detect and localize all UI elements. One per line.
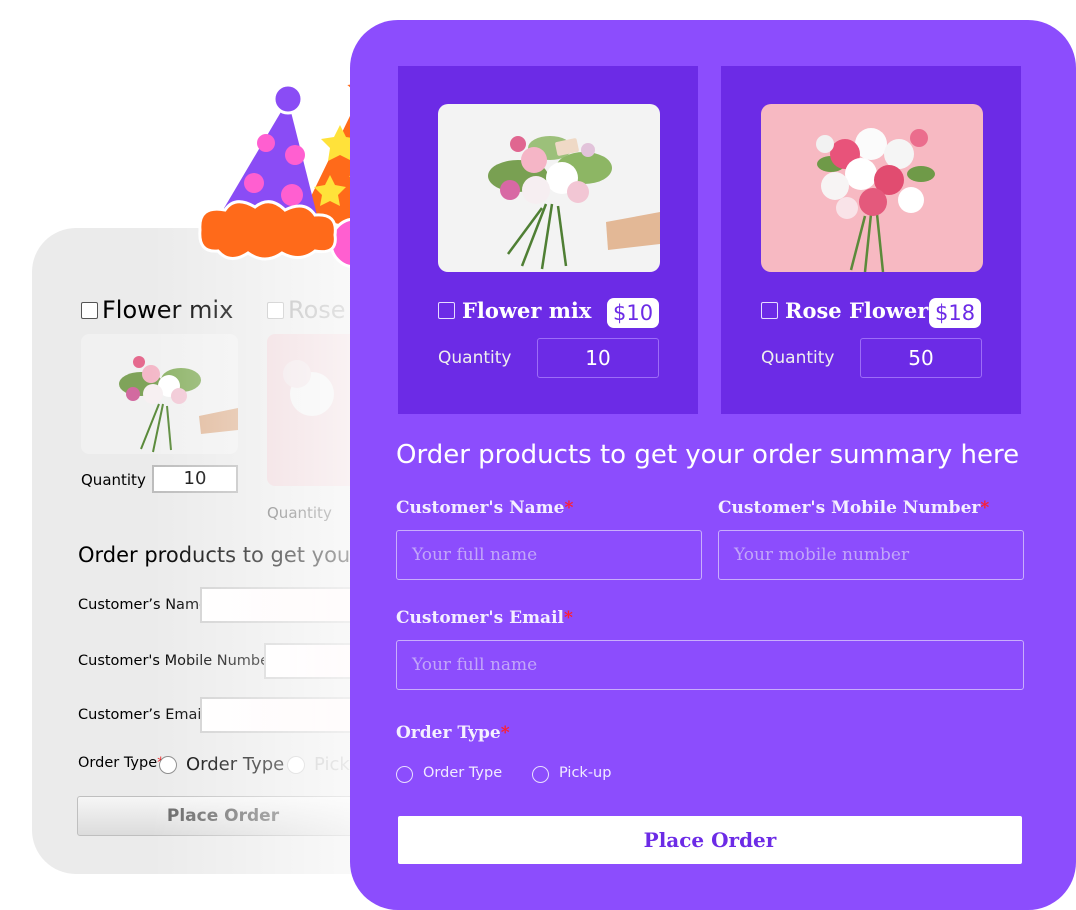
customer-mobile-label: Customer's Mobile Number* <box>718 498 989 518</box>
rose-flower-image <box>761 104 983 272</box>
old-name-label-text: Customer’s Name <box>78 597 208 613</box>
quantity-input-rose-flower[interactable]: 50 <box>860 338 982 378</box>
old-product-checkbox-rose[interactable]: Rose <box>267 296 346 324</box>
price-badge: $18 <box>929 298 982 328</box>
price-badge: $10 <box>607 298 660 328</box>
customer-email-input[interactable]: Your full name <box>396 640 1024 690</box>
required-mark: * <box>563 608 573 628</box>
old-quantity-label: Quantity <box>267 504 332 522</box>
old-order-type-label: Order Type* <box>78 755 164 771</box>
quantity-label: Quantity <box>761 348 835 368</box>
order-type-label: Order Type* <box>396 723 510 743</box>
old-rose-image <box>267 334 357 486</box>
old-quantity-input[interactable]: 10 <box>152 465 238 493</box>
customer-mobile-input[interactable]: Your mobile number <box>718 530 1024 580</box>
new-form-panel: Flower mix $10 Quantity 10 Rose Flower $… <box>350 20 1076 910</box>
old-email-label-text: Customer’s Email <box>78 707 206 723</box>
customer-mobile-label-text: Customer's Mobile Number <box>718 498 981 518</box>
old-order-type-text: Order Type <box>78 755 158 771</box>
radio-icon[interactable] <box>396 766 413 783</box>
radio-pick-up[interactable]: Pick-up <box>559 765 611 781</box>
customer-name-input[interactable]: Your full name <box>396 530 702 580</box>
party-hat-icon <box>198 83 337 261</box>
product-card-flower-mix: Flower mix $10 Quantity 10 <box>398 66 698 414</box>
customer-name-label-text: Customer's Name <box>396 498 565 518</box>
old-place-order-button[interactable]: Place Order <box>77 796 369 836</box>
checkbox-icon[interactable] <box>81 301 98 319</box>
radio-icon[interactable] <box>287 756 305 774</box>
order-summary-heading: Order products to get your order summary… <box>396 440 1020 470</box>
checkbox-icon[interactable] <box>267 301 284 319</box>
radio-icon[interactable] <box>159 756 177 774</box>
required-mark: * <box>564 498 574 518</box>
quantity-input-flower-mix[interactable]: 10 <box>537 338 659 378</box>
customer-name-label: Customer's Name* <box>396 498 573 518</box>
old-product-checkbox-flower-mix[interactable]: Flower mix <box>81 296 233 324</box>
order-type-label-text: Order Type <box>396 723 501 743</box>
radio-order-type[interactable]: Order Type <box>423 765 502 781</box>
place-order-button[interactable]: Place Order <box>398 816 1022 864</box>
old-product-name: Rose <box>288 296 346 324</box>
old-mobile-label-text: Customer's Mobile Number <box>78 653 276 669</box>
product-card-rose-flower: Rose Flower $18 Quantity 50 <box>721 66 1021 414</box>
checkbox-icon[interactable] <box>438 302 455 319</box>
old-quantity-label: Quantity <box>81 471 146 489</box>
old-product-name: Flower mix <box>102 296 234 324</box>
old-flower-mix-image <box>81 334 238 454</box>
old-mobile-label: Customer's Mobile Number* <box>78 653 282 669</box>
product-name-rose-flower: Rose Flower <box>785 298 929 323</box>
quantity-label: Quantity <box>438 348 512 368</box>
customer-email-label-text: Customer's Email <box>396 608 564 628</box>
old-name-label: Customer’s Name* <box>78 597 215 613</box>
required-mark: * <box>980 498 990 518</box>
checkbox-icon[interactable] <box>761 302 778 319</box>
old-radio-order-type[interactable]: Order Type <box>186 754 284 775</box>
old-email-label: Customer’s Email* <box>78 707 213 723</box>
customer-email-label: Customer's Email* <box>396 608 573 628</box>
old-name-input[interactable] <box>200 587 362 623</box>
flower-mix-image <box>438 104 660 272</box>
required-mark: * <box>500 723 510 743</box>
radio-icon[interactable] <box>532 766 549 783</box>
product-name-flower-mix: Flower mix <box>462 298 592 323</box>
old-email-input[interactable] <box>200 697 362 733</box>
